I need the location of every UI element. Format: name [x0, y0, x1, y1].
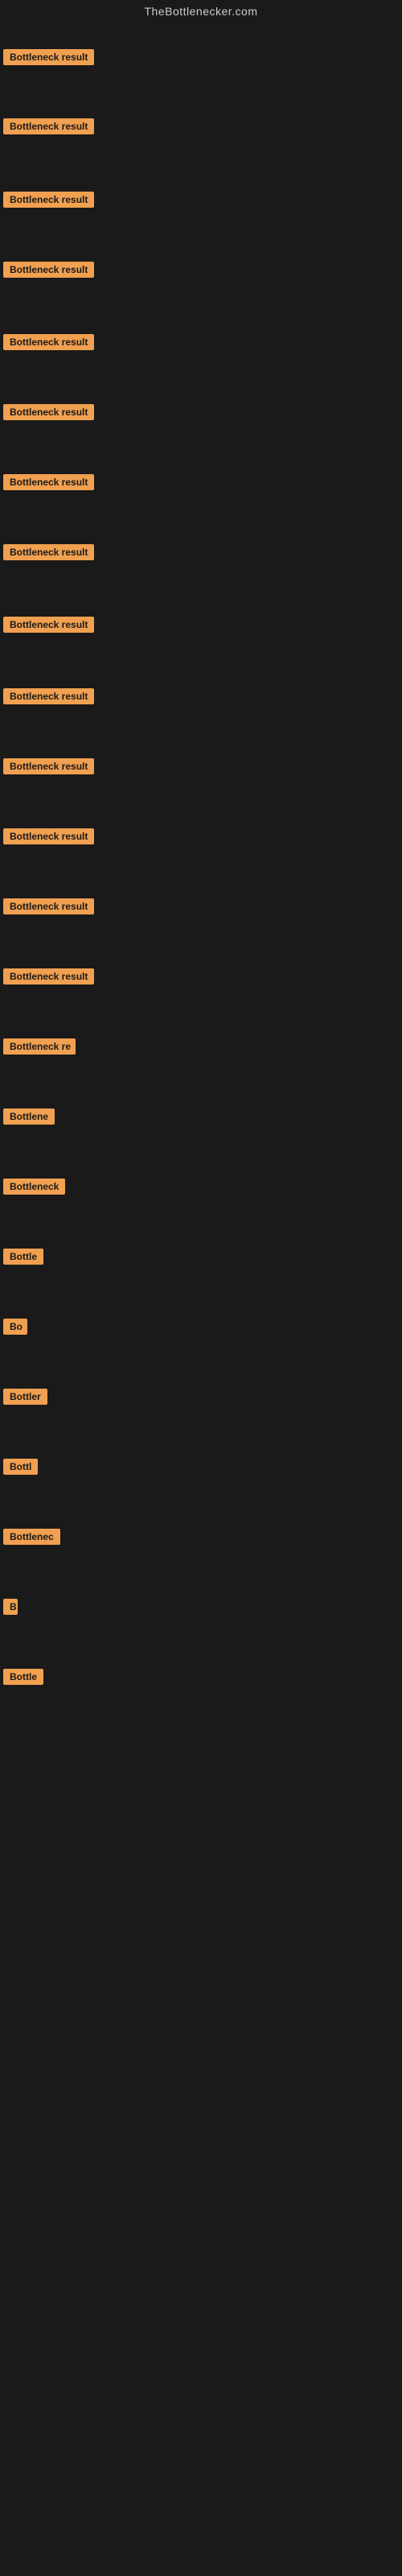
result-row-23: B	[0, 1596, 21, 1622]
result-row-5: Bottleneck result	[0, 331, 97, 357]
result-row-19: Bo	[0, 1315, 31, 1342]
result-row-4: Bottleneck result	[0, 258, 97, 285]
bottleneck-badge-1[interactable]: Bottleneck result	[3, 49, 94, 65]
result-row-22: Bottlenec	[0, 1525, 64, 1552]
bottleneck-badge-17[interactable]: Bottleneck	[3, 1179, 65, 1195]
result-row-3: Bottleneck result	[0, 188, 97, 215]
bottleneck-badge-18[interactable]: Bottle	[3, 1249, 43, 1265]
result-row-6: Bottleneck result	[0, 401, 97, 427]
result-row-14: Bottleneck result	[0, 965, 97, 992]
bottleneck-badge-13[interactable]: Bottleneck result	[3, 898, 94, 914]
result-row-1: Bottleneck result	[0, 46, 97, 72]
bottleneck-badge-23[interactable]: B	[3, 1599, 18, 1615]
result-row-2: Bottleneck result	[0, 115, 97, 142]
bottleneck-badge-20[interactable]: Bottler	[3, 1389, 47, 1405]
bottleneck-badge-8[interactable]: Bottleneck result	[3, 544, 94, 560]
bottleneck-badge-7[interactable]: Bottleneck result	[3, 474, 94, 490]
bottleneck-badge-12[interactable]: Bottleneck result	[3, 828, 94, 844]
result-row-11: Bottleneck result	[0, 755, 97, 782]
result-row-8: Bottleneck result	[0, 541, 97, 568]
result-row-9: Bottleneck result	[0, 613, 97, 640]
bottleneck-badge-3[interactable]: Bottleneck result	[3, 192, 94, 208]
result-row-12: Bottleneck result	[0, 825, 97, 852]
bottleneck-badge-6[interactable]: Bottleneck result	[3, 404, 94, 420]
bottleneck-badge-5[interactable]: Bottleneck result	[3, 334, 94, 350]
bottleneck-badge-9[interactable]: Bottleneck result	[3, 617, 94, 633]
site-title: TheBottlenecker.com	[0, 0, 402, 23]
bottleneck-badge-24[interactable]: Bottle	[3, 1669, 43, 1685]
bottleneck-badge-4[interactable]: Bottleneck result	[3, 262, 94, 278]
result-row-24: Bottle	[0, 1666, 47, 1692]
result-row-7: Bottleneck result	[0, 471, 97, 497]
bottleneck-badge-2[interactable]: Bottleneck result	[3, 118, 94, 134]
bottleneck-badge-21[interactable]: Bottl	[3, 1459, 38, 1475]
bottleneck-badge-19[interactable]: Bo	[3, 1319, 27, 1335]
page-wrapper: TheBottlenecker.com Bottleneck result Bot…	[0, 0, 402, 2576]
bottleneck-badge-11[interactable]: Bottleneck result	[3, 758, 94, 774]
result-row-10: Bottleneck result	[0, 685, 97, 712]
bottleneck-badge-10[interactable]: Bottleneck result	[3, 688, 94, 704]
result-row-13: Bottleneck result	[0, 895, 97, 922]
bottleneck-badge-22[interactable]: Bottlenec	[3, 1529, 60, 1545]
result-row-18: Bottle	[0, 1245, 47, 1272]
result-row-20: Bottler	[0, 1385, 51, 1412]
result-row-21: Bottl	[0, 1455, 41, 1482]
result-row-15: Bottleneck re	[0, 1035, 79, 1062]
bottleneck-badge-16[interactable]: Bottlene	[3, 1108, 55, 1125]
bottleneck-badge-15[interactable]: Bottleneck re	[3, 1038, 76, 1055]
result-row-17: Bottleneck	[0, 1175, 68, 1202]
bottleneck-badge-14[interactable]: Bottleneck result	[3, 968, 94, 985]
result-row-16: Bottlene	[0, 1105, 58, 1132]
